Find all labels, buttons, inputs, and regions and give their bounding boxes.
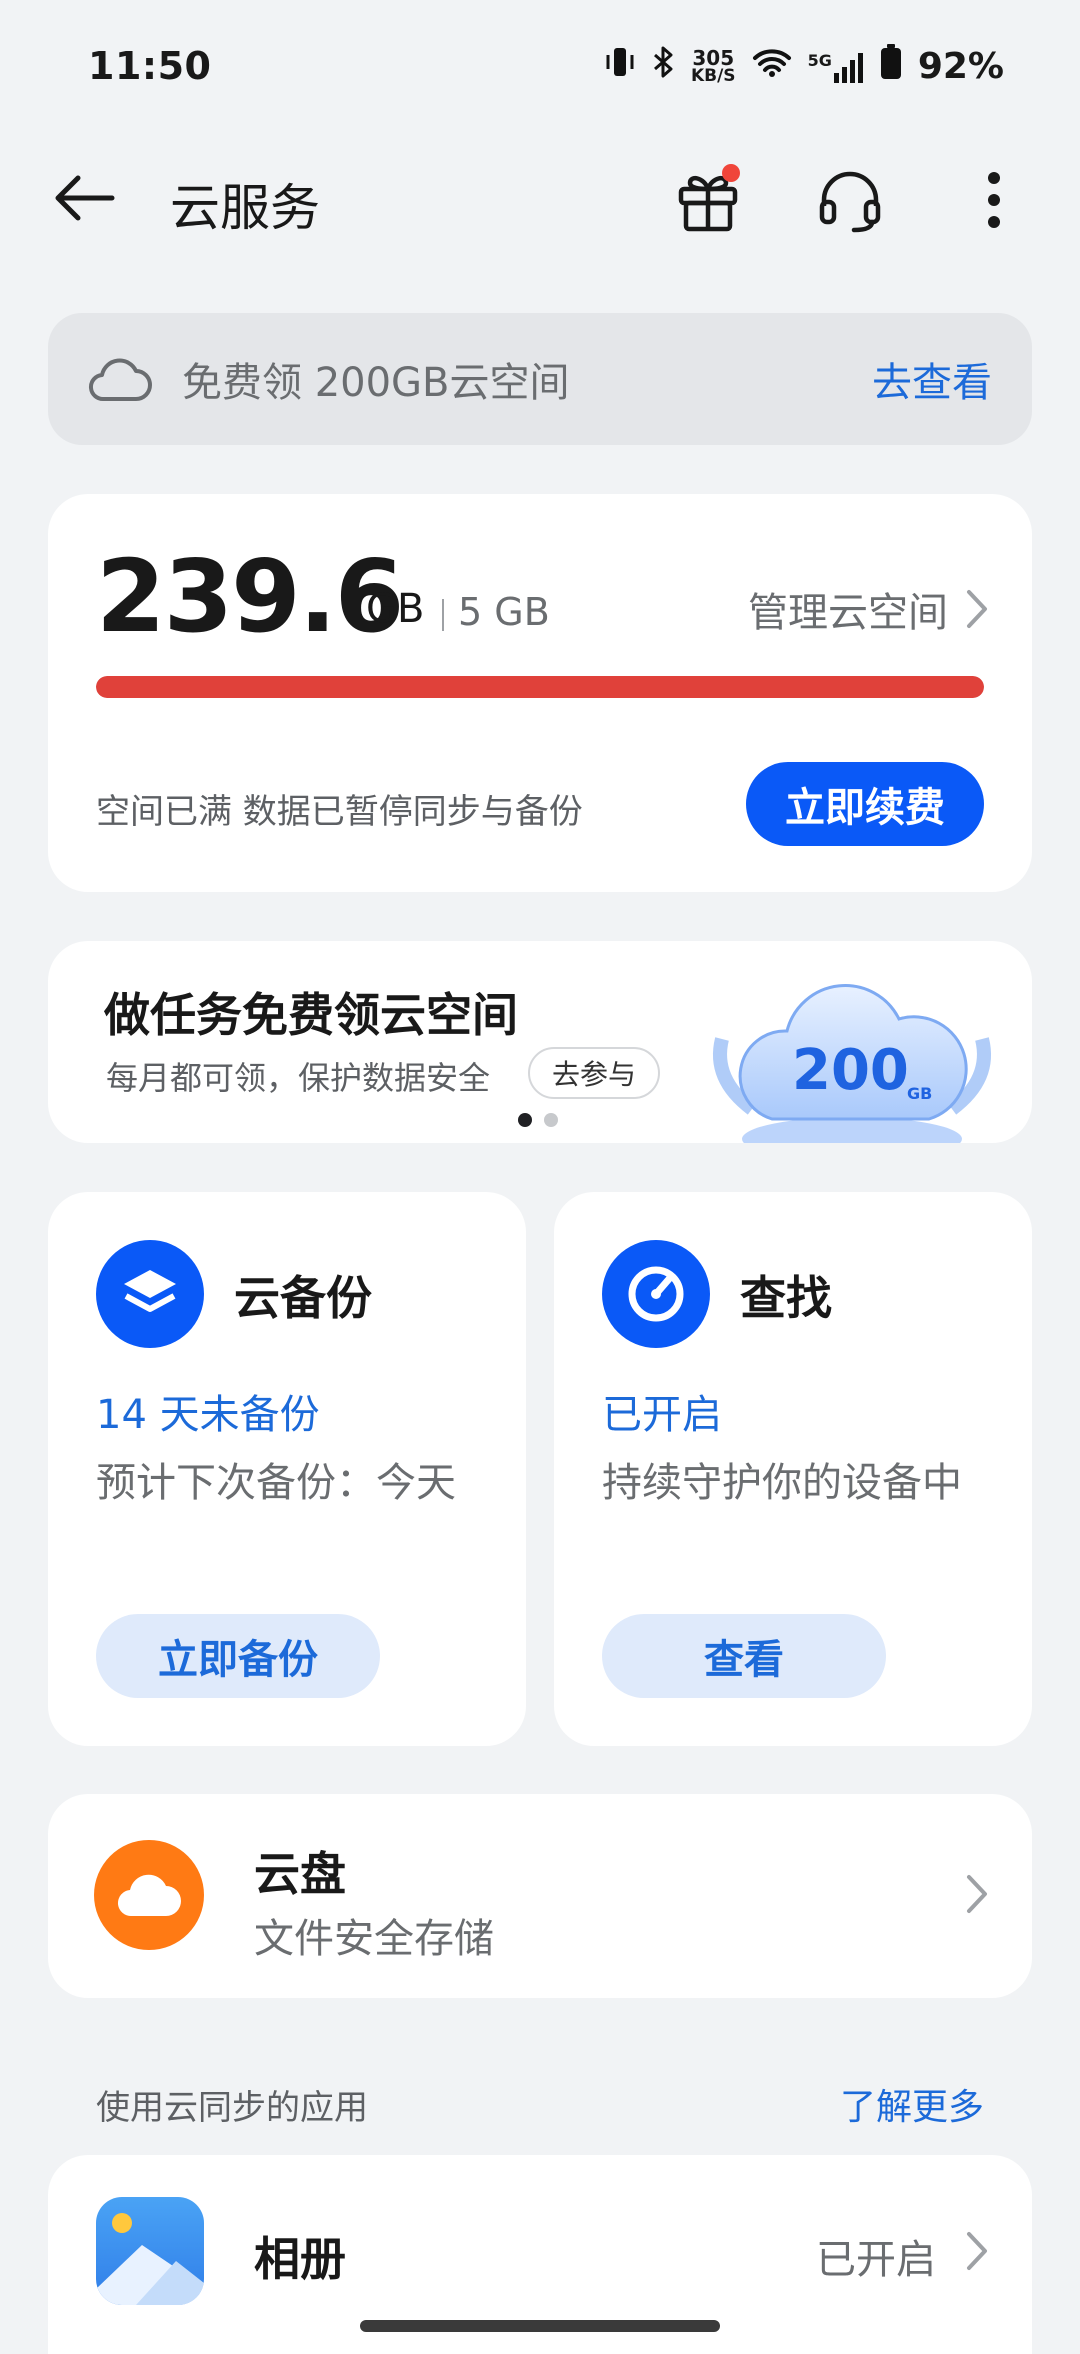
storage-used-unit: GB [366, 586, 425, 632]
manage-storage-link[interactable]: 管理云空间 [748, 580, 988, 638]
wifi-icon [752, 46, 792, 87]
svg-text:200: 200 [792, 1038, 909, 1103]
cloud-drive-subtitle: 文件安全存储 [254, 1916, 494, 1962]
cloud-backup-title: 云备份 [234, 1271, 372, 1325]
task-banner[interactable]: 做任务免费领云空间 每月都可领，保护数据安全 去参与 200 GB [48, 941, 1032, 1143]
carousel-indicator [518, 1113, 558, 1127]
layers-icon [96, 1240, 204, 1348]
more-icon[interactable] [954, 160, 1034, 240]
cloud-backup-card[interactable]: 云备份 14 天未备份 预计下次备份：今天 立即备份 [48, 1192, 526, 1746]
network-type: 5G [807, 50, 832, 70]
join-button[interactable]: 去参与 [528, 1047, 660, 1099]
bluetooth-icon [651, 45, 675, 88]
radar-icon [602, 1240, 710, 1348]
promo-text: 免费领 200GB云空间 [182, 360, 570, 406]
svg-text:GB: GB [907, 1084, 932, 1103]
find-device-title: 查找 [740, 1271, 832, 1325]
find-device-status: 已开启 [602, 1392, 722, 1438]
cloud-drive-icon [94, 1840, 204, 1950]
cloud-200gb-illustration: 200 GB [702, 949, 1002, 1143]
cellular-icon: 5G [808, 51, 864, 83]
storage-used: 239.6 [96, 538, 404, 655]
cloud-drive-row[interactable]: 云盘 文件安全存储 [48, 1794, 1032, 1998]
gallery-icon [96, 2197, 204, 2305]
back-icon[interactable] [48, 162, 120, 234]
learn-more-link[interactable]: 了解更多 [840, 2078, 984, 2130]
battery-level: 92% [917, 46, 1004, 87]
chevron-right-icon [967, 1875, 987, 1913]
notification-dot [722, 164, 740, 182]
cloud-icon [88, 355, 152, 403]
storage-full-message: 空间已满 数据已暂停同步与备份 [96, 792, 583, 832]
cloud-drive-title: 云盘 [254, 1847, 346, 1901]
customer-service-icon[interactable] [810, 160, 890, 240]
storage-card: 239.6 GB 5 GB 管理云空间 空间已满 数据已暂停同步与备份 立即续费 [48, 494, 1032, 892]
promo-banner[interactable]: 免费领 200GB云空间 去查看 [48, 313, 1032, 445]
carousel-dot [544, 1113, 558, 1127]
net-speed: 305 KB/S [690, 45, 736, 86]
renew-button[interactable]: 立即续费 [746, 762, 984, 846]
quota-separator [442, 598, 444, 631]
task-title: 做任务免费领云空间 [104, 988, 518, 1042]
vibrate-icon [605, 45, 635, 88]
cloud-backup-desc: 预计下次备份：今天 [96, 1460, 456, 1506]
storage-quota-value: 5 GB [458, 590, 550, 634]
find-device-card[interactable]: 查找 已开启 持续守护你的设备中 查看 [554, 1192, 1032, 1746]
manage-storage-label: 管理云空间 [748, 590, 948, 636]
find-device-desc: 持续守护你的设备中 [602, 1460, 962, 1506]
home-indicator[interactable] [360, 2320, 720, 2332]
storage-progress-bar [96, 676, 984, 698]
net-speed-value: 305 [692, 45, 735, 70]
promo-view-link[interactable]: 去查看 [872, 350, 992, 408]
chevron-right-icon [967, 2232, 987, 2270]
battery-icon [880, 44, 902, 89]
storage-progress-fill [96, 676, 984, 698]
status-time: 11:50 [88, 44, 212, 88]
backup-now-button[interactable]: 立即备份 [96, 1614, 380, 1698]
cloud-backup-status: 14 天未备份 [96, 1392, 320, 1438]
task-subtitle: 每月都可领，保护数据安全 [106, 1059, 491, 1097]
album-title: 相册 [254, 2232, 346, 2286]
album-sync-status: 已开启 [816, 2237, 936, 2283]
section-title: 使用云同步的应用 [96, 2088, 368, 2128]
status-icons: 305 KB/S 5G 92% [605, 44, 1004, 89]
view-button[interactable]: 查看 [602, 1614, 886, 1698]
net-speed-unit: KB/S [690, 65, 736, 86]
chevron-right-icon [967, 590, 987, 628]
carousel-dot-active [518, 1113, 532, 1127]
page-title: 云服务 [170, 179, 320, 237]
gift-icon[interactable] [668, 160, 748, 240]
storage-quota: 5 GB [442, 590, 550, 634]
